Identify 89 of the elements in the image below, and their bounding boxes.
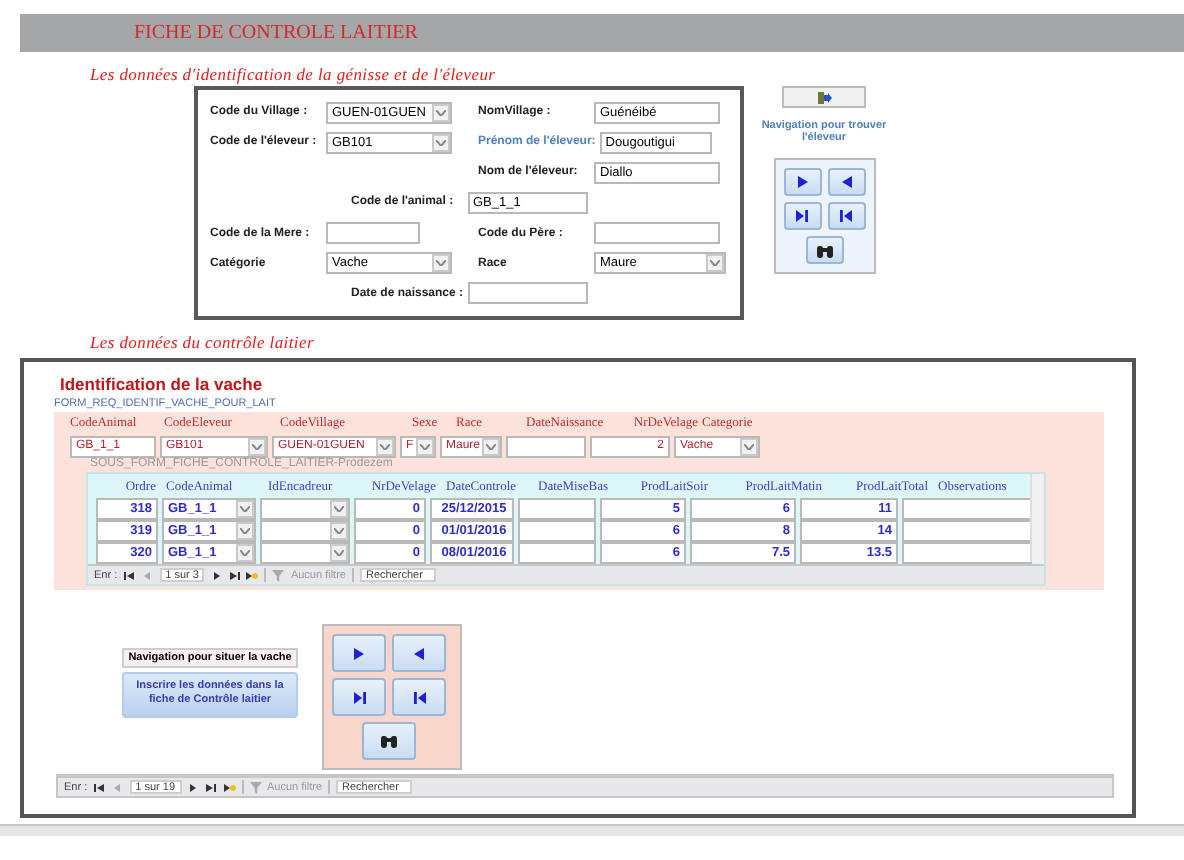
text-field[interactable] bbox=[518, 520, 596, 542]
chevron-down-icon bbox=[420, 443, 430, 449]
chevron-down-icon bbox=[240, 506, 250, 512]
text-field[interactable] bbox=[902, 542, 1032, 564]
text-field[interactable] bbox=[326, 222, 420, 245]
next-record-button[interactable] bbox=[783, 168, 821, 196]
previous-record-button[interactable] bbox=[827, 168, 865, 196]
section-heading: Les données d'identification de la génisse et de l'éleveur bbox=[90, 64, 496, 84]
first-record-icon bbox=[840, 210, 852, 222]
filter-icon bbox=[272, 569, 285, 581]
previous-record-button[interactable] bbox=[392, 634, 446, 672]
new-record-icon bbox=[246, 571, 259, 579]
dropdown-button[interactable] bbox=[236, 522, 254, 540]
next-arrow-icon bbox=[190, 783, 196, 791]
new-record-button[interactable] bbox=[223, 780, 235, 794]
chevron-down-icon bbox=[240, 550, 250, 556]
last-record-icon bbox=[353, 691, 365, 703]
dropdown-button[interactable] bbox=[482, 437, 500, 455]
dropdown-button[interactable] bbox=[236, 544, 254, 562]
binoculars-icon bbox=[380, 734, 398, 748]
chevron-down-icon bbox=[240, 528, 250, 534]
door-arrow-icon bbox=[817, 91, 831, 103]
text-field[interactable] bbox=[518, 498, 596, 520]
scroll-bar[interactable] bbox=[1030, 474, 1044, 562]
text-field[interactable] bbox=[506, 435, 586, 457]
section-heading: Les données du contrôle laitier bbox=[90, 332, 314, 352]
combo-box[interactable] bbox=[260, 520, 350, 542]
chevron-down-icon bbox=[252, 443, 262, 449]
previous-arrow-icon bbox=[144, 571, 151, 579]
last-record-button[interactable] bbox=[783, 202, 821, 230]
dropdown-button[interactable] bbox=[330, 500, 348, 518]
chevron-down-icon bbox=[744, 443, 754, 449]
text-field[interactable] bbox=[518, 542, 596, 564]
next-arrow-icon bbox=[354, 647, 364, 659]
new-record-button[interactable] bbox=[246, 568, 259, 582]
chevron-down-icon bbox=[334, 506, 344, 512]
text-field[interactable] bbox=[902, 498, 1032, 520]
next-record-button[interactable] bbox=[187, 780, 199, 794]
chevron-down-icon bbox=[380, 443, 390, 449]
search-button[interactable] bbox=[805, 236, 843, 264]
search-button[interactable] bbox=[362, 722, 416, 760]
next-record-button[interactable] bbox=[210, 568, 223, 582]
first-record-icon bbox=[124, 571, 135, 579]
last-record-icon bbox=[229, 571, 240, 579]
next-arrow-icon bbox=[213, 571, 220, 579]
open-form-button[interactable] bbox=[782, 86, 866, 108]
next-record-button[interactable] bbox=[332, 634, 386, 672]
first-record-icon bbox=[413, 691, 425, 703]
last-record-icon bbox=[206, 783, 216, 791]
new-record-icon bbox=[223, 783, 235, 791]
chevron-down-icon bbox=[710, 260, 720, 267]
previous-arrow-icon bbox=[114, 783, 121, 791]
previous-arrow-icon bbox=[414, 647, 424, 659]
dropdown-button[interactable] bbox=[432, 103, 450, 121]
form-title: Identification de la vache bbox=[60, 374, 265, 394]
dropdown-button[interactable] bbox=[416, 437, 434, 455]
last-record-button[interactable] bbox=[205, 780, 217, 794]
first-record-button[interactable] bbox=[93, 780, 106, 794]
dropdown-button[interactable] bbox=[740, 437, 758, 455]
first-record-icon bbox=[94, 783, 105, 791]
chevron-down-icon bbox=[436, 109, 446, 115]
chevron-down-icon bbox=[334, 528, 344, 534]
chevron-down-icon bbox=[486, 443, 496, 449]
binoculars-icon bbox=[815, 243, 833, 257]
dropdown-button[interactable] bbox=[432, 133, 450, 152]
first-record-button[interactable] bbox=[392, 678, 446, 716]
dropdown-button[interactable] bbox=[330, 522, 348, 540]
chevron-down-icon bbox=[436, 260, 446, 267]
dropdown-button[interactable] bbox=[376, 437, 394, 455]
text-field[interactable] bbox=[467, 282, 588, 305]
form-title: FICHE DE CONTROLE LAITIER bbox=[134, 22, 418, 44]
next-arrow-icon bbox=[797, 176, 807, 188]
chevron-down-icon bbox=[436, 139, 446, 146]
chevron-down-icon bbox=[334, 550, 344, 556]
first-record-button[interactable] bbox=[123, 568, 136, 582]
combo-box[interactable] bbox=[260, 498, 350, 520]
dropdown-button[interactable] bbox=[706, 254, 724, 273]
filter-icon bbox=[249, 781, 261, 793]
previous-arrow-icon bbox=[841, 176, 851, 188]
first-record-button[interactable] bbox=[827, 202, 865, 230]
last-record-icon bbox=[796, 210, 808, 222]
last-record-button[interactable] bbox=[332, 678, 386, 716]
dropdown-button[interactable] bbox=[432, 254, 450, 273]
dropdown-button[interactable] bbox=[236, 500, 254, 518]
last-record-button[interactable] bbox=[228, 568, 241, 582]
dropdown-button[interactable] bbox=[248, 437, 266, 455]
text-field[interactable] bbox=[594, 222, 720, 245]
dropdown-button[interactable] bbox=[330, 544, 348, 562]
text-field[interactable] bbox=[902, 520, 1032, 542]
